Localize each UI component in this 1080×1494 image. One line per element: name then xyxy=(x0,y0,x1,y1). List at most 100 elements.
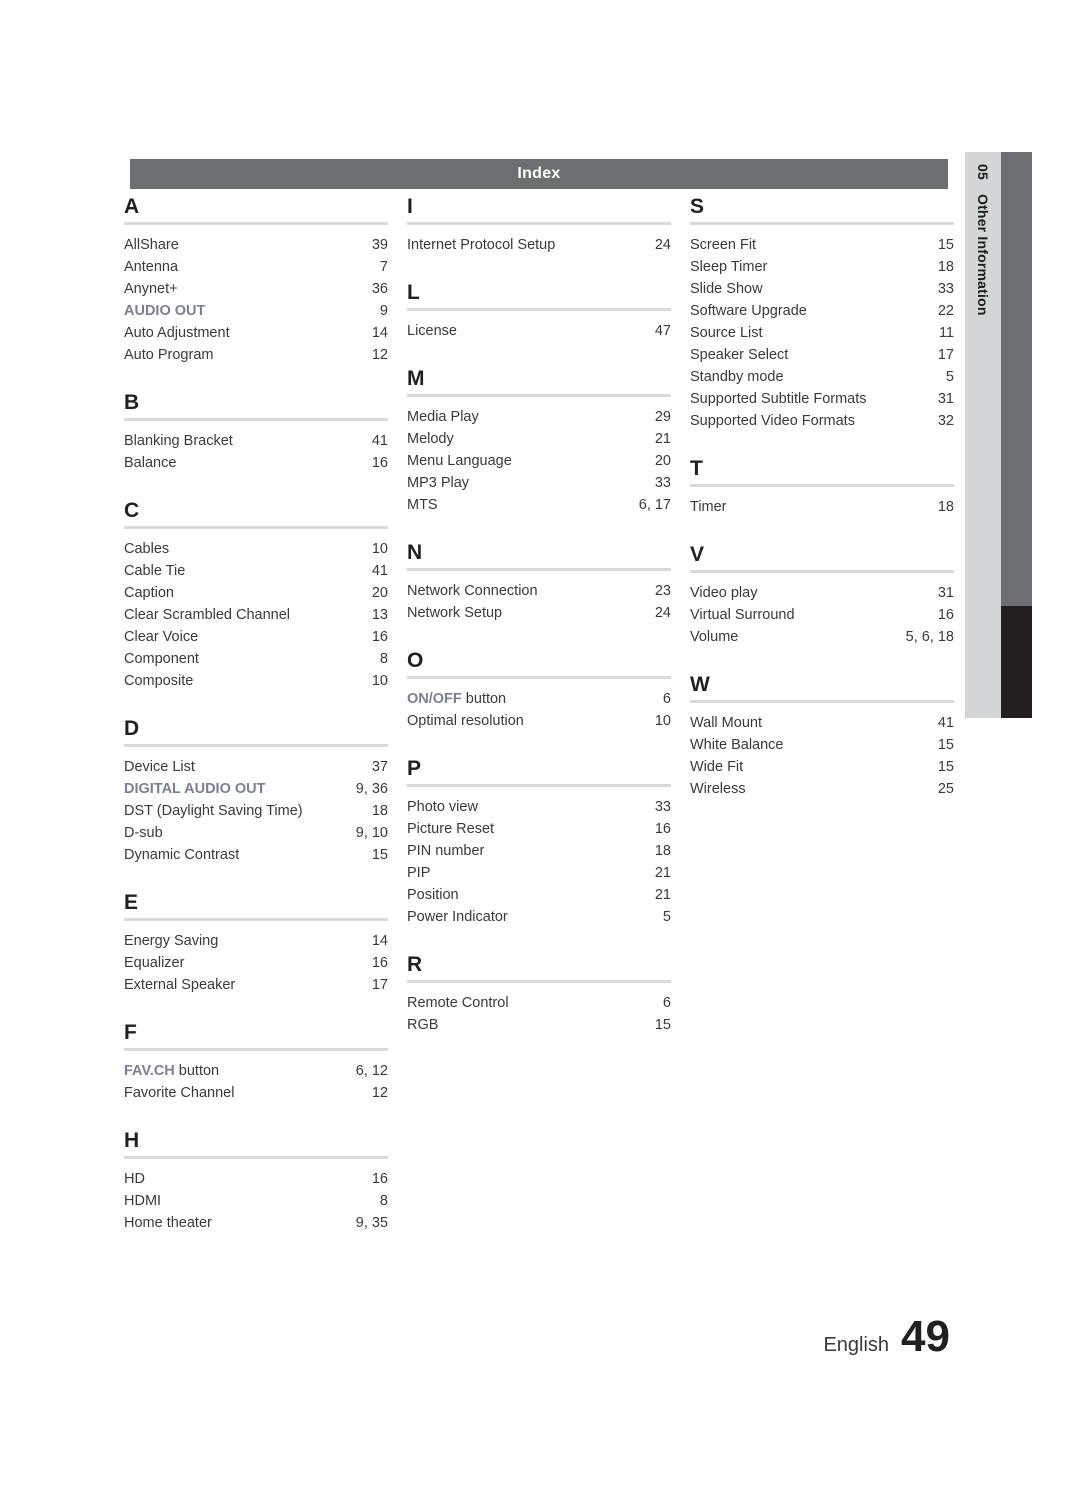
index-entry-term-text: Internet Protocol Setup xyxy=(407,237,556,253)
index-entry[interactable]: Screen Fit 15 xyxy=(690,234,954,256)
index-entry-page: 23 xyxy=(654,583,671,599)
index-entry[interactable]: PIN number 18 xyxy=(407,840,671,862)
index-entry-term: Menu Language xyxy=(407,450,649,472)
index-entry[interactable]: Remote Control 6 xyxy=(407,992,671,1014)
index-entry[interactable]: Antenna 7 xyxy=(124,256,388,278)
index-entry[interactable]: Auto Adjustment 14 xyxy=(124,322,388,344)
index-entry[interactable]: Wireless 25 xyxy=(690,778,954,800)
index-entry-term-text: Source List xyxy=(690,325,763,341)
index-entry-page: 18 xyxy=(937,259,954,275)
index-entry[interactable]: Home theater 9, 35 xyxy=(124,1212,388,1234)
index-entry[interactable]: Sleep Timer 18 xyxy=(690,256,954,278)
index-entry-page: 21 xyxy=(654,887,671,903)
index-entry[interactable]: MTS 6, 17 xyxy=(407,494,671,516)
index-entry[interactable]: Source List 11 xyxy=(690,322,954,344)
index-entry-page: 11 xyxy=(938,325,954,341)
index-entry[interactable]: Auto Program 12 xyxy=(124,344,388,366)
index-entry[interactable]: Media Play 29 xyxy=(407,406,671,428)
index-entry-term-text: Component xyxy=(124,651,199,667)
index-entry[interactable]: Slide Show 33 xyxy=(690,278,954,300)
index-entry-term-text: Home theater xyxy=(124,1215,212,1231)
index-entry-page: 33 xyxy=(654,475,671,491)
index-entry[interactable]: Balance 16 xyxy=(124,452,388,474)
index-entry[interactable]: RGB 15 xyxy=(407,1014,671,1036)
index-entry[interactable]: DST (Daylight Saving Time) 18 xyxy=(124,800,388,822)
index-entry-page: 8 xyxy=(379,1193,388,1209)
index-entry[interactable]: Optimal resolution 10 xyxy=(407,710,671,732)
index-entry[interactable]: Menu Language 20 xyxy=(407,450,671,472)
index-entry[interactable]: DIGITAL AUDIO OUT 9, 36 xyxy=(124,778,388,800)
index-entry[interactable]: Anynet+ 36 xyxy=(124,278,388,300)
index-entry[interactable]: Volume 5, 6, 18 xyxy=(690,626,954,648)
index-entry[interactable]: FAV.CH button 6, 12 xyxy=(124,1060,388,1082)
index-entry[interactable]: White Balance 15 xyxy=(690,734,954,756)
index-entry[interactable]: Clear Voice 16 xyxy=(124,626,388,648)
index-entry[interactable]: Cable Tie 41 xyxy=(124,560,388,582)
index-entry[interactable]: Energy Saving 14 xyxy=(124,930,388,952)
index-entry-term-text: Speaker Select xyxy=(690,347,789,363)
index-entry[interactable]: Software Upgrade 22 xyxy=(690,300,954,322)
index-entry-page: 14 xyxy=(371,933,388,949)
index-entry[interactable]: MP3 Play 33 xyxy=(407,472,671,494)
index-entry[interactable]: Virtual Surround 16 xyxy=(690,604,954,626)
footer-page-number: 49 xyxy=(901,1312,950,1362)
index-entry[interactable]: Dynamic Contrast 15 xyxy=(124,844,388,866)
index-entry[interactable]: ON/OFF button 6 xyxy=(407,688,671,710)
index-entry[interactable]: Device List 37 xyxy=(124,756,388,778)
index-entry-term: Caption xyxy=(124,582,366,604)
index-entry[interactable]: HD 16 xyxy=(124,1168,388,1190)
index-entry[interactable]: Supported Subtitle Formats 31 xyxy=(690,388,954,410)
index-entry[interactable]: Composite 10 xyxy=(124,670,388,692)
index-entry[interactable]: Standby mode 5 xyxy=(690,366,954,388)
index-entry[interactable]: Supported Video Formats 32 xyxy=(690,410,954,432)
index-entry[interactable]: Wall Mount 41 xyxy=(690,712,954,734)
index-entry-term-text: External Speaker xyxy=(124,977,236,993)
index-entry[interactable]: Network Setup 24 xyxy=(407,602,671,624)
index-entry[interactable]: Internet Protocol Setup 24 xyxy=(407,234,671,256)
letter-heading: A xyxy=(124,195,140,218)
index-entry-term: Speaker Select xyxy=(690,344,932,366)
index-entry[interactable]: AUDIO OUT 9 xyxy=(124,300,388,322)
index-entry[interactable]: Speaker Select 17 xyxy=(690,344,954,366)
index-entry[interactable]: Power Indicator 5 xyxy=(407,906,671,928)
index-entry[interactable]: Timer 18 xyxy=(690,496,954,518)
index-entry-page: 33 xyxy=(937,281,954,297)
index-entry-page: 32 xyxy=(937,413,954,429)
index-entry[interactable]: External Speaker 17 xyxy=(124,974,388,996)
letter-rule xyxy=(407,568,671,571)
index-entry-page: 6 xyxy=(662,995,671,1011)
index-entry[interactable]: AllShare 39 xyxy=(124,234,388,256)
index-entry[interactable]: Blanking Bracket 41 xyxy=(124,430,388,452)
letter-heading: D xyxy=(124,717,140,740)
index-entry-term-text: Remote Control xyxy=(407,995,509,1011)
index-entry[interactable]: Melody 21 xyxy=(407,428,671,450)
index-entry[interactable]: Wide Fit 15 xyxy=(690,756,954,778)
index-entry[interactable]: Clear Scrambled Channel 13 xyxy=(124,604,388,626)
index-entry[interactable]: Cables 10 xyxy=(124,538,388,560)
index-entry[interactable]: License 47 xyxy=(407,320,671,342)
letter-group: D Device List 37 DIGITAL AUDIO OUT 9, 36 DST … xyxy=(124,718,388,866)
index-entry-page: 5 xyxy=(945,369,954,385)
index-entry-page: 15 xyxy=(937,759,954,775)
index-entry[interactable]: Equalizer 16 xyxy=(124,952,388,974)
index-entry[interactable]: Network Connection 23 xyxy=(407,580,671,602)
index-entry-page: 29 xyxy=(654,409,671,425)
index-entry-page: 31 xyxy=(937,391,954,407)
index-entry[interactable]: Caption 20 xyxy=(124,582,388,604)
index-entry[interactable]: Component 8 xyxy=(124,648,388,670)
index-entry[interactable]: D-sub 9, 10 xyxy=(124,822,388,844)
index-entry[interactable]: Picture Reset 16 xyxy=(407,818,671,840)
index-entry[interactable]: Position 21 xyxy=(407,884,671,906)
index-entry[interactable]: Photo view 33 xyxy=(407,796,671,818)
index-entry-term-text: HDMI xyxy=(124,1193,162,1209)
index-entry[interactable]: Video play 31 xyxy=(690,582,954,604)
index-entry-term: Source List xyxy=(690,322,933,344)
index-entry[interactable]: Favorite Channel 12 xyxy=(124,1082,388,1104)
letter-group: E Energy Saving 14 Equalizer 16 External Spea… xyxy=(124,892,388,996)
index-entry[interactable]: PIP 21 xyxy=(407,862,671,884)
letter-group: L License 47 xyxy=(407,282,671,342)
index-entry-page: 20 xyxy=(654,453,671,469)
letter-heading: H xyxy=(124,1129,140,1152)
letter-heading: F xyxy=(124,1021,137,1044)
index-entry[interactable]: HDMI 8 xyxy=(124,1190,388,1212)
